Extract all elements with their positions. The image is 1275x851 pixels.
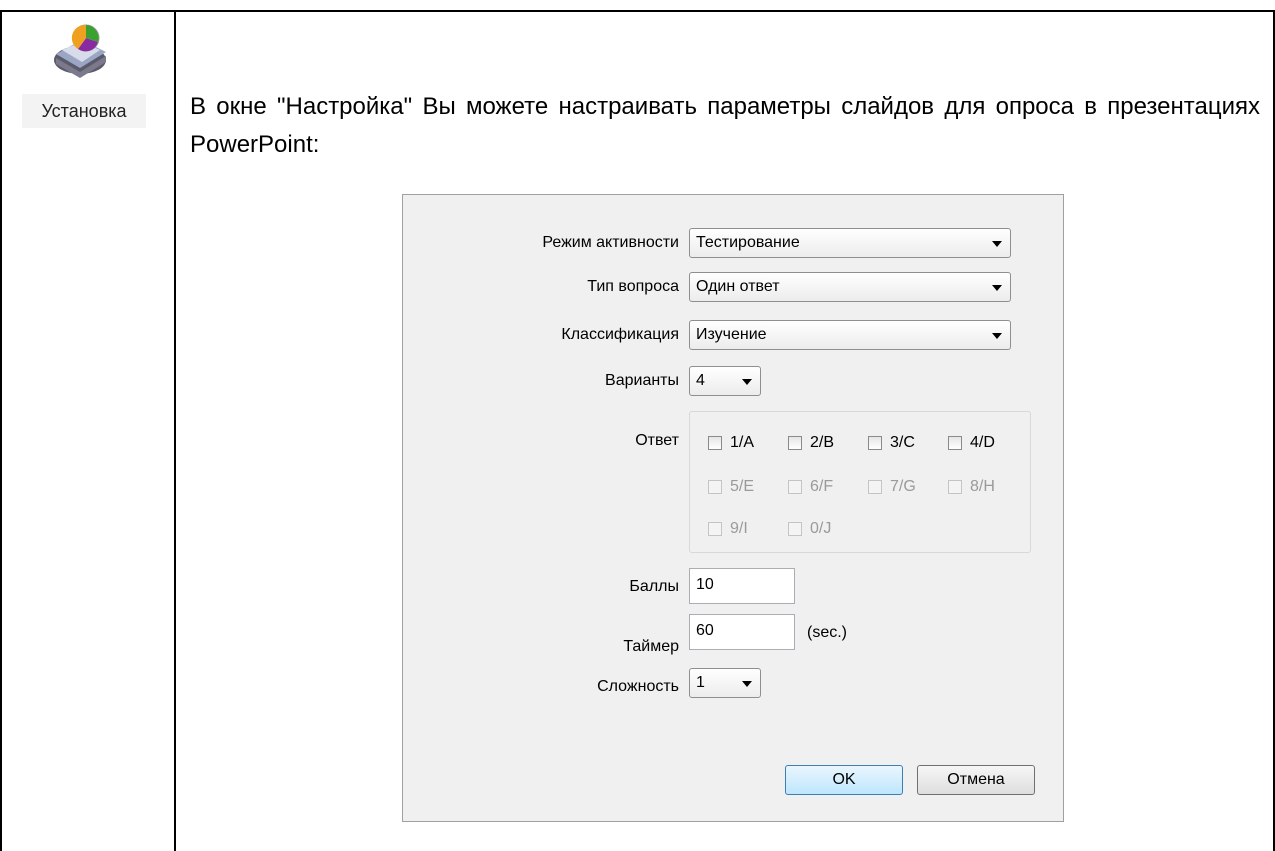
ok-button[interactable]: OK [785,765,903,795]
points-label: Баллы [629,578,679,595]
timer-input[interactable]: 60 [689,614,795,650]
points-input[interactable]: 10 [689,568,795,604]
chevron-down-icon [742,681,752,687]
checkbox[interactable] [948,436,962,450]
classification-label: Классификация [561,326,679,343]
answer-choice-label: 0/J [810,520,832,537]
intro-paragraph: В окне "Настройка" Вы можете настраивать… [190,93,1260,158]
answer-choice-8h: 8/H [948,478,995,496]
answer-choice-6f: 6/F [788,478,833,496]
timer-unit: (sec.) [807,624,847,641]
activity-mode-value: Тестирование [696,234,800,251]
setup-book-icon [54,24,106,78]
checkbox[interactable] [788,436,802,450]
checkbox [788,480,802,494]
answer-choice-label: 1/A [730,434,755,451]
checkbox [708,522,722,536]
question-type-label: Тип вопроса [587,278,679,295]
difficulty-select[interactable]: 1 [689,668,761,698]
answer-choices-group: 1/A 2/B 3/C 4/D 5/E 6/F 7/G 8/H 9/I 0/J [689,411,1031,553]
activity-mode-label: Режим активности [542,234,679,251]
answer-choice-3c[interactable]: 3/C [868,434,915,452]
chevron-down-icon [992,333,1002,339]
answer-choice-label: 2/B [810,434,835,451]
answer-choice-label: 6/F [810,478,834,495]
answer-choice-label: 5/E [730,478,755,495]
answer-choice-label: 8/H [970,478,995,495]
options-select[interactable]: 4 [689,366,761,396]
table-border-top [0,10,1275,12]
answer-choice-2b[interactable]: 2/B [788,434,834,452]
answer-choice-7g: 7/G [868,478,916,496]
activity-mode-select[interactable]: Тестирование [689,228,1011,258]
chevron-down-icon [742,379,752,385]
classification-select[interactable]: Изучение [689,320,1011,350]
answer-choice-9i: 9/I [708,520,748,538]
question-type-select[interactable]: Один ответ [689,272,1011,302]
checkbox [948,480,962,494]
answer-choice-4d[interactable]: 4/D [948,434,995,452]
answer-choice-0j: 0/J [788,520,831,538]
classification-value: Изучение [696,326,767,343]
checkbox [708,480,722,494]
chevron-down-icon [992,285,1002,291]
timer-label: Таймер [623,638,679,655]
table-border-left [0,10,2,851]
setup-label: Установка [22,94,146,128]
checkbox [868,480,882,494]
settings-dialog: Режим активности Тестирование Тип вопрос… [402,194,1064,822]
answer-choice-label: 7/G [890,478,916,495]
chevron-down-icon [992,241,1002,247]
checkbox[interactable] [708,436,722,450]
answer-choice-label: 9/I [730,520,748,537]
table-border-divider [174,10,176,851]
question-type-value: Один ответ [696,278,780,295]
cancel-button[interactable]: Отмена [917,765,1035,795]
difficulty-value: 1 [696,674,705,691]
checkbox [788,522,802,536]
answer-choice-label: 3/C [890,434,915,451]
answer-choice-5e: 5/E [708,478,754,496]
options-label: Варианты [605,372,679,389]
answer-label: Ответ [635,432,679,449]
checkbox[interactable] [868,436,882,450]
difficulty-label: Сложность [597,678,679,695]
answer-choice-1a[interactable]: 1/A [708,434,754,452]
answer-choice-label: 4/D [970,434,995,451]
options-value: 4 [696,372,705,389]
